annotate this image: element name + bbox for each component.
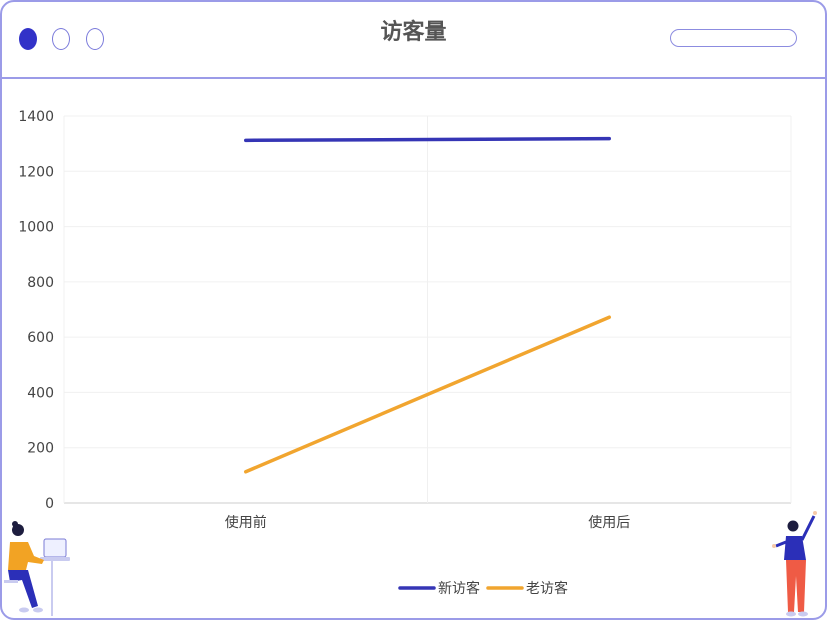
- series-line: [244, 136, 611, 143]
- chart-grid: [63, 115, 792, 504]
- y-axis: 0 200 400 600 800 1000 1200 1400: [18, 109, 54, 512]
- line-chart: 0 200 400 600 800 1000 1200 1400 使用前 使用后 新访客 老访客: [4, 109, 817, 617]
- y-tick-label: 1200: [18, 164, 54, 180]
- y-tick-label: 0: [45, 496, 54, 512]
- x-tick-label: 使用前: [225, 514, 267, 531]
- person-laptop-illustration-icon: [4, 521, 70, 616]
- x-axis: 使用前 使用后: [225, 514, 631, 531]
- chart-legend: 新访客 老访客: [398, 580, 568, 597]
- y-tick-label: 600: [27, 330, 54, 346]
- person-pointing-illustration-icon: [772, 511, 817, 617]
- legend-label: 新访客: [438, 580, 480, 597]
- y-tick-label: 1000: [18, 220, 54, 236]
- y-tick-label: 1400: [18, 109, 54, 125]
- y-tick-label: 400: [27, 385, 54, 401]
- y-tick-label: 800: [27, 275, 54, 291]
- legend-label: 老访客: [526, 580, 568, 597]
- x-tick-label: 使用后: [588, 514, 630, 531]
- y-tick-label: 200: [27, 441, 54, 457]
